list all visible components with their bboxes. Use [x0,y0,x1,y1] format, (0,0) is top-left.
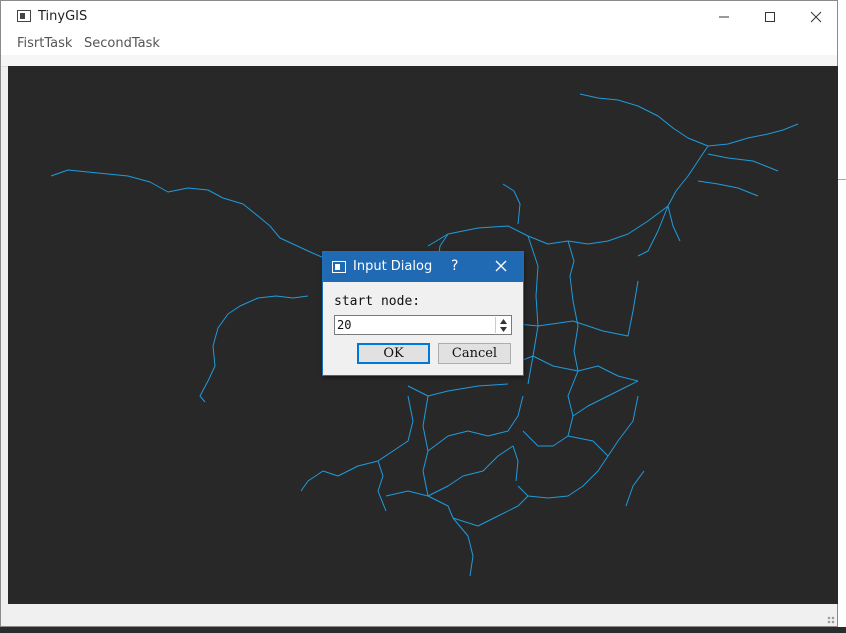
network-line [522,415,574,447]
help-button[interactable]: ? [451,258,458,274]
dialog-title: Input Dialog [353,259,433,274]
network-line [385,490,454,519]
network-line [427,395,524,452]
network-line [537,280,639,337]
chevron-up-icon [499,318,507,324]
menu-bar: FisrtTask SecondTask [1,32,837,55]
close-icon [810,11,822,22]
title-bar: TinyGIS [1,1,837,32]
network-line [452,517,474,577]
menu-second-task[interactable]: SecondTask [84,36,160,51]
maximize-icon [765,11,775,22]
network-line [567,370,639,417]
taskbar-edge [0,627,846,633]
spin-down-button[interactable] [496,325,510,333]
network-line [567,395,639,457]
spinbox-value[interactable]: 20 [337,318,351,332]
network-line [377,395,414,462]
spin-up-button[interactable] [496,317,510,325]
network-line [199,295,309,403]
maximize-button[interactable] [747,1,793,32]
dialog-close-button[interactable] [493,257,509,275]
network-line [667,145,709,242]
network-line [707,153,779,172]
cancel-button[interactable]: Cancel [438,343,511,364]
spinbox-arrows [495,317,510,333]
chevron-down-icon [499,326,507,332]
start-node-label: start node: [334,294,421,309]
network-line [502,183,521,225]
edge-line [838,179,846,180]
network-line [300,460,379,492]
network-line [407,383,509,397]
dialog-title-bar: Input Dialog ? [323,252,523,282]
network-line [427,445,519,497]
network-line [452,495,529,527]
network-line [625,470,645,507]
minimize-button[interactable] [701,1,747,32]
close-button[interactable] [793,1,839,32]
menu-first-task[interactable]: FisrtTask [17,36,72,51]
app-window-icon [17,10,31,22]
network-line [637,205,669,257]
network-line [377,460,387,512]
resize-grip[interactable] [827,616,835,624]
start-node-spinbox[interactable]: 20 [334,315,512,335]
network-line [507,355,639,382]
network-line [517,455,609,499]
network-line [427,205,669,247]
background-window-edge [838,0,846,633]
network-line [697,180,759,197]
dialog-app-icon [332,261,346,273]
network-line [422,395,429,497]
network-line [579,93,799,147]
status-bar [1,604,837,626]
input-dialog: Input Dialog ? start node: 20 OK Cancel [322,251,524,376]
close-icon [495,260,507,272]
window-title: TinyGIS [38,9,88,24]
network-line [567,240,579,372]
network-line [527,235,539,385]
ok-button[interactable]: OK [357,343,430,364]
minimize-icon [719,16,729,17]
